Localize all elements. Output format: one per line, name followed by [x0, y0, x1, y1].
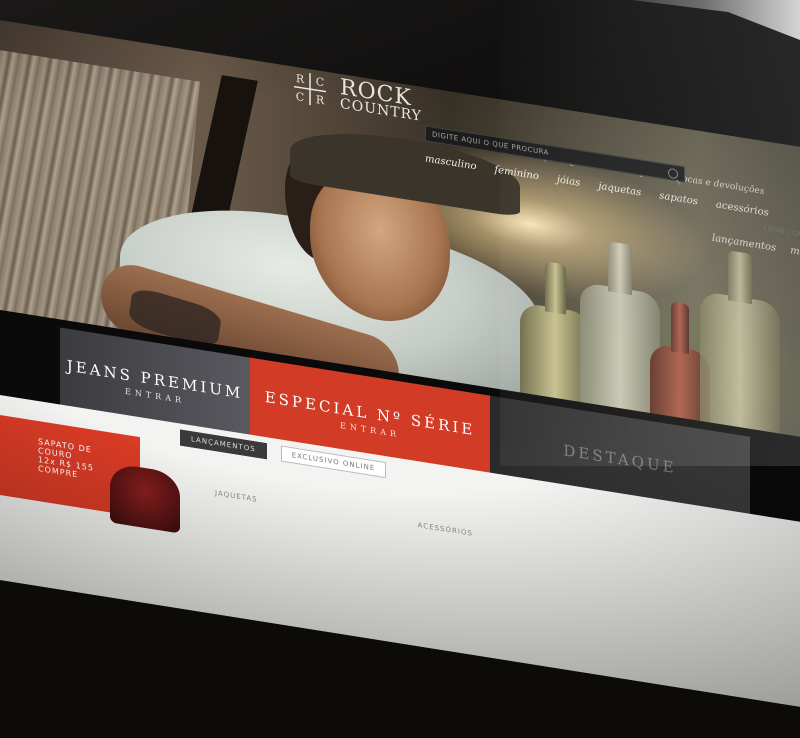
nav-item-jaquetas[interactable]: jaquetas — [598, 181, 641, 199]
product-thumb-jacket[interactable] — [110, 462, 180, 534]
monogram-c1: C — [316, 75, 324, 89]
logo-text: ROCK COUNTRY — [340, 75, 422, 125]
device-frame: R C C R ROCK COUNTRY frete grátis 6x sem… — [0, 0, 800, 738]
monogram-c2: C — [296, 90, 304, 104]
monogram-r1: R — [296, 72, 305, 86]
brand-logo[interactable]: R C C R ROCK COUNTRY — [290, 66, 422, 127]
nav-item-sapatos[interactable]: sapatos — [659, 190, 698, 207]
monogram-r2: R — [316, 93, 325, 107]
product-labels: JAQUETAS ACESSÓRIOS — [215, 489, 473, 538]
nav-item-feminino[interactable]: feminino — [494, 164, 538, 182]
label-jaquetas[interactable]: JAQUETAS — [215, 489, 258, 504]
browser-screen: R C C R ROCK COUNTRY frete grátis 6x sem… — [0, 20, 800, 738]
search-placeholder: DIGITE AQUI O QUE PROCURA — [432, 130, 549, 157]
nav-item-acessorios[interactable]: acessórios — [716, 199, 769, 218]
banner-title: DESTAQUE — [563, 441, 677, 478]
label-acessorios[interactable]: ACESSÓRIOS — [418, 521, 473, 538]
logo-monogram-icon: R C C R — [294, 72, 326, 107]
search-icon[interactable] — [668, 167, 678, 180]
nav-item-masculino[interactable]: masculino — [425, 153, 476, 172]
top-link-trocas[interactable]: trocas e devoluções — [674, 173, 764, 197]
nav-item-joias[interactable]: jóias — [557, 174, 580, 189]
device-glare — [632, 0, 800, 40]
